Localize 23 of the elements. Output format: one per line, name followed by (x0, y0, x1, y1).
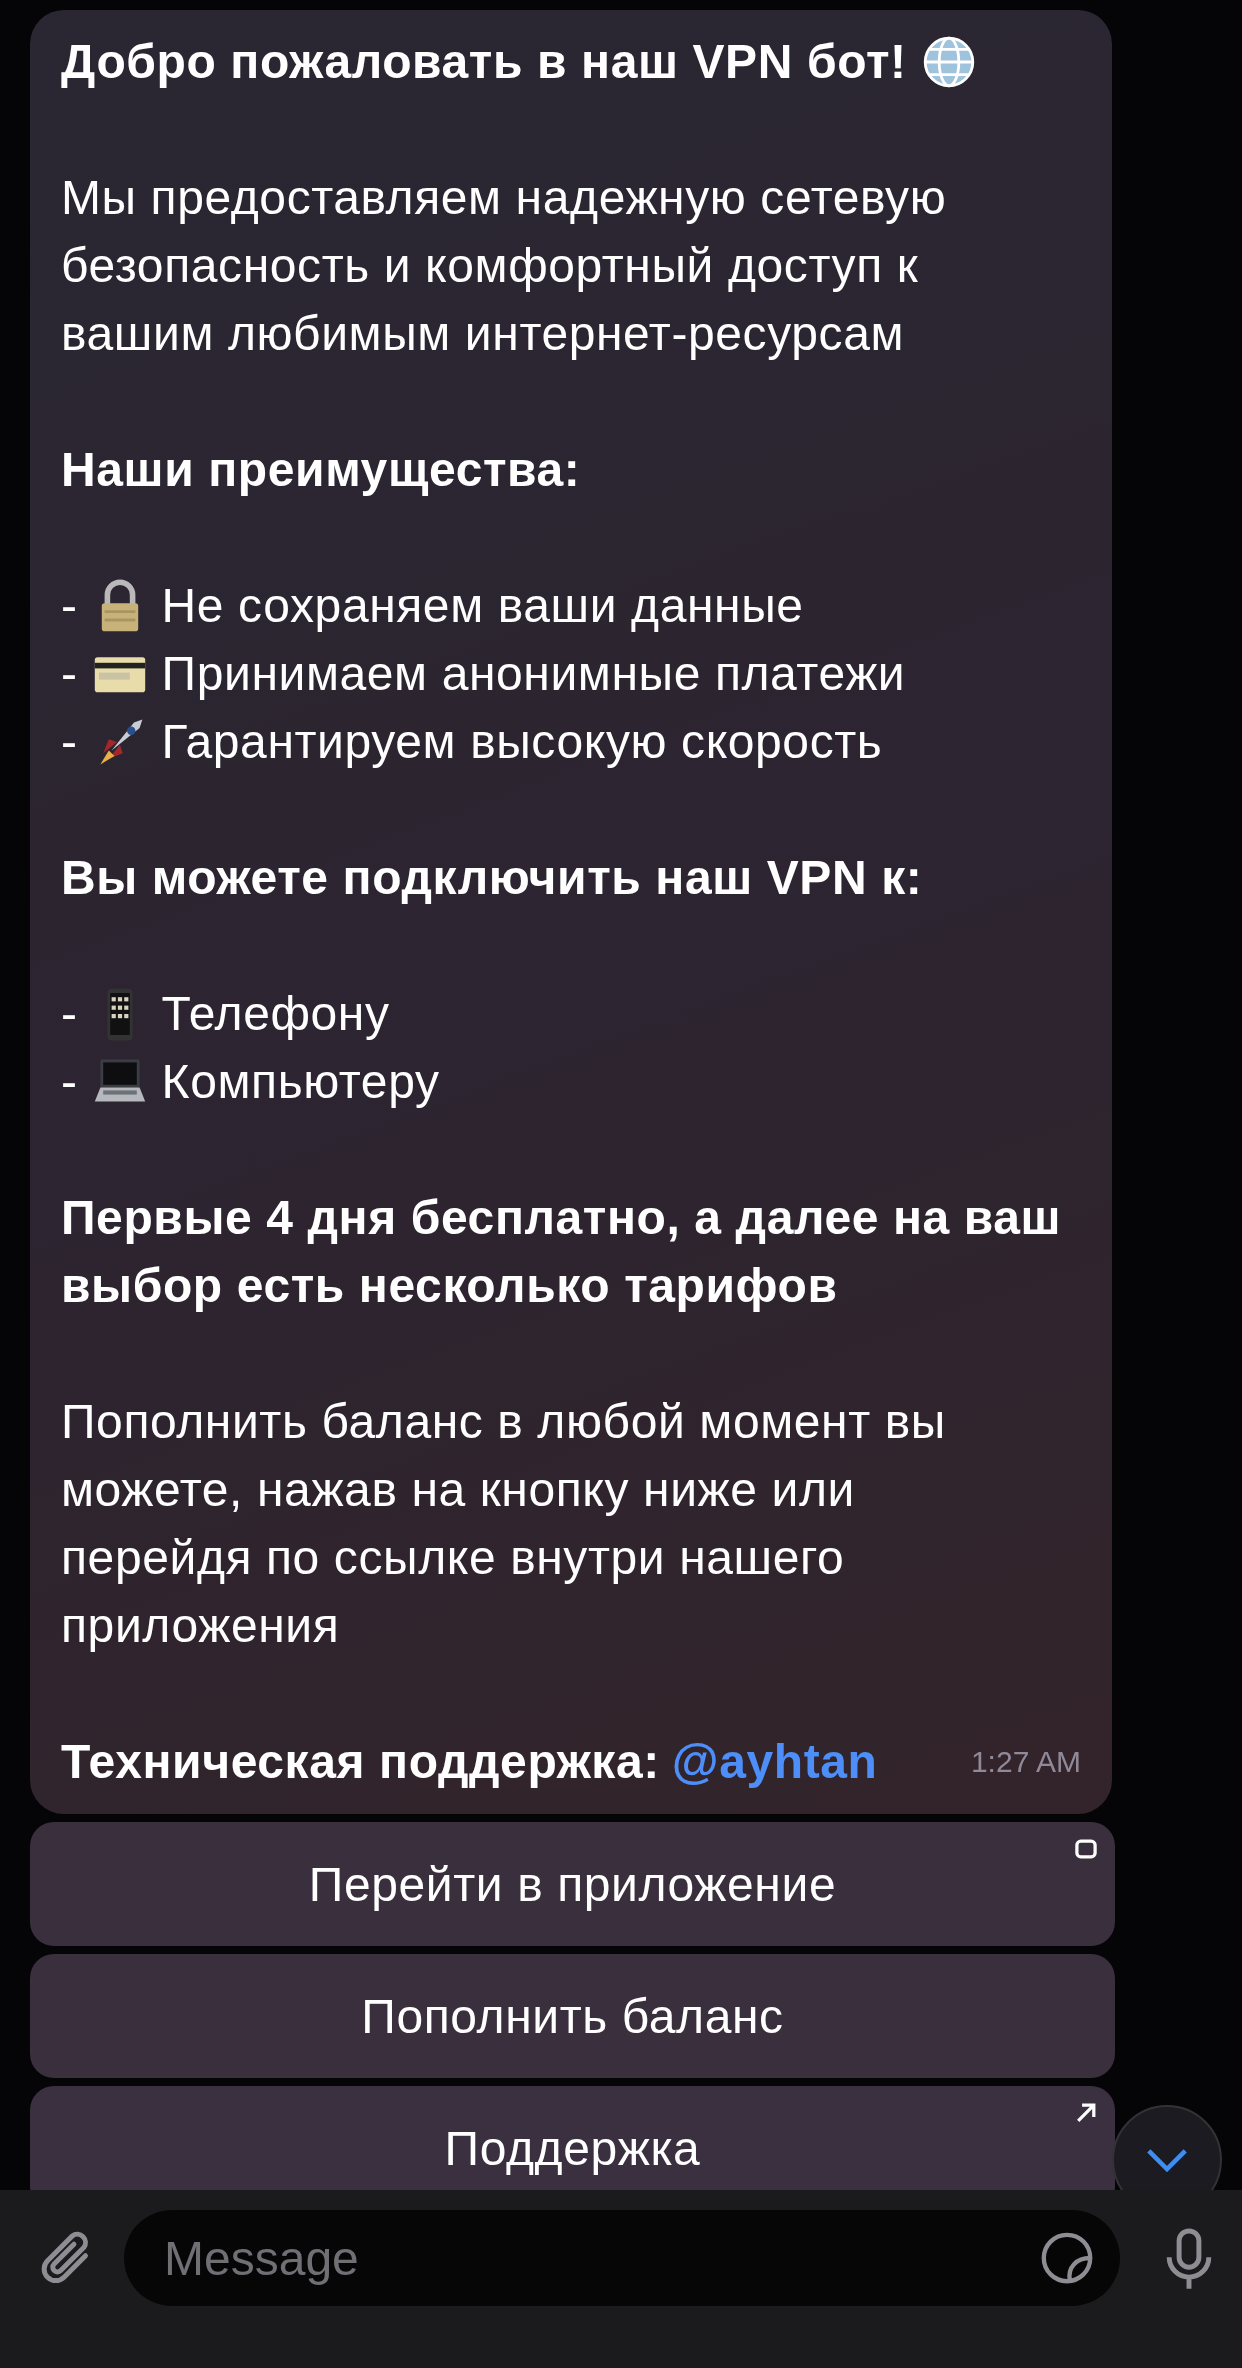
list-item-text: Не сохраняем ваши данные (161, 578, 804, 634)
list-item-text: Принимаем анонимные платежи (161, 646, 906, 702)
message-title: Добро пожаловать в наш VPN бот! (61, 34, 907, 90)
list-bullet: - (61, 714, 78, 770)
list-bullet: - (61, 578, 78, 634)
message-paragraph: Мы предоставляем надежную сетевую безопасность и комфортный доступ к вашим любимым интернет-ресурсам (61, 170, 948, 362)
list-item-text: Телефону (161, 986, 390, 1042)
support-label: Техническая поддержка: (61, 1734, 660, 1790)
keyboard-button[interactable]: Пополнить баланс (30, 1954, 1115, 2078)
message-paragraph: Пополнить баланс в любой момент вы можете, нажав на кнопку ниже или перейдя по ссылке внутри нашего приложения (61, 1394, 947, 1654)
message-heading: Наши преимущества: (61, 442, 582, 498)
list-bullet: - (61, 986, 78, 1042)
keyboard-button[interactable]: Перейти в приложение (30, 1822, 1115, 1946)
message-heading: Первые 4 дня бесплатно, а далее на ваш выбор есть несколько тарифов (61, 1190, 1063, 1314)
list-item-text: Гарантируем высокую скорость (161, 714, 883, 770)
list-bullet: - (61, 646, 78, 702)
keyboard-button[interactable]: Поддержка (30, 2086, 1115, 2190)
list-bullet: - (61, 1054, 78, 1110)
message-heading: Вы можете подключить наш VPN к: (61, 850, 924, 906)
support-link[interactable]: @ayhtan (671, 1728, 878, 1796)
message-time: 1:27 AM (970, 1744, 1081, 1780)
message-field[interactable]: Message (124, 2210, 1120, 2306)
list-item-text: Компьютеру (161, 1054, 440, 1110)
